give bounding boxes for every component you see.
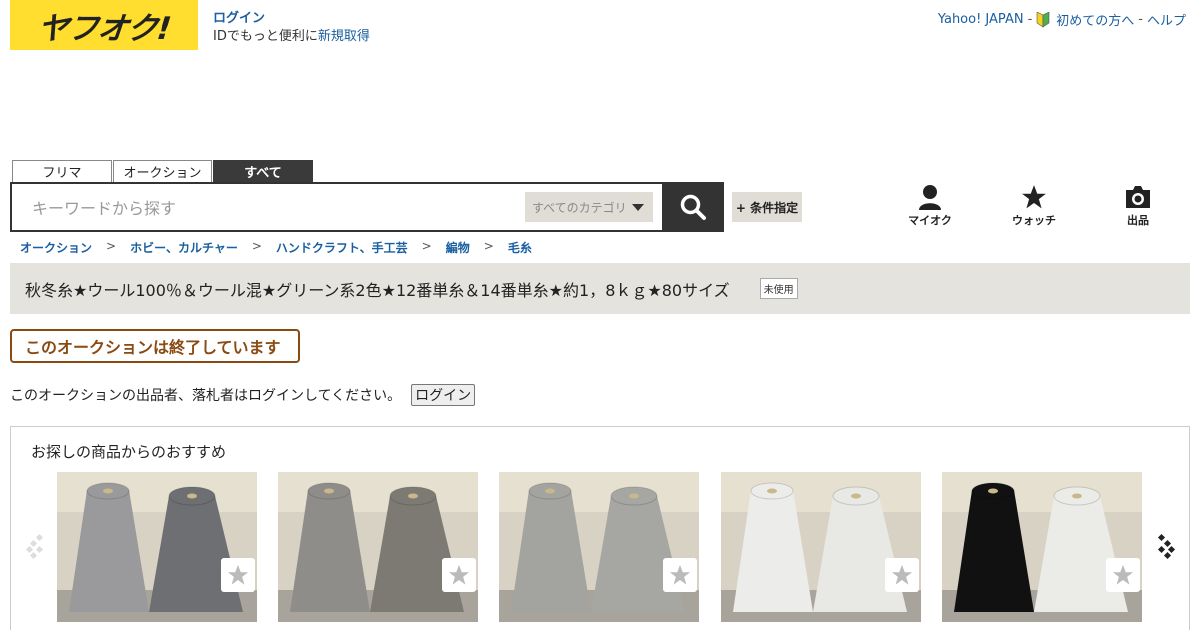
my-auction-label: マイオク bbox=[908, 214, 952, 227]
star-icon bbox=[669, 564, 691, 585]
login-block: ログイン IDでもっと便利に新規取得 bbox=[213, 10, 370, 46]
logo-text: ヤフオク! bbox=[35, 10, 172, 47]
search-icon bbox=[680, 194, 706, 220]
separator: - bbox=[1138, 12, 1143, 27]
separator: - bbox=[1027, 12, 1033, 27]
product-thumbnail bbox=[57, 472, 257, 622]
login-button[interactable]: ログイン bbox=[411, 384, 476, 406]
watch-star-button[interactable] bbox=[1106, 558, 1140, 592]
condition-button[interactable]: + 条件指定 bbox=[732, 192, 802, 222]
watch-label: ウォッチ bbox=[1012, 214, 1056, 227]
recommendation-item[interactable] bbox=[57, 472, 257, 622]
recommendation-item[interactable] bbox=[499, 472, 699, 622]
breadcrumb-item[interactable]: 毛糸 bbox=[508, 239, 532, 256]
watch-star-button[interactable] bbox=[442, 558, 476, 592]
prev-arrow-icon[interactable] bbox=[25, 529, 45, 563]
sell-nav[interactable]: 出品 bbox=[1108, 184, 1168, 228]
breadcrumb-separator: > bbox=[421, 239, 432, 253]
category-select[interactable]: すべてのカテゴリ bbox=[525, 192, 653, 222]
recommendation-panel: お探しの商品からのおすすめ bbox=[10, 426, 1190, 630]
search-button[interactable] bbox=[662, 182, 724, 232]
watch-nav[interactable]: ウォッチ bbox=[1004, 184, 1064, 228]
star-icon bbox=[1112, 564, 1134, 585]
product-thumbnail bbox=[278, 472, 478, 622]
login-notice: このオークションの出品者、落札者はログインしてください。 ログイン bbox=[10, 384, 476, 406]
star-icon bbox=[227, 564, 249, 585]
login-sub-label: IDでもっと便利に bbox=[213, 29, 318, 44]
user-icon bbox=[919, 185, 941, 210]
breadcrumb-separator: > bbox=[251, 239, 262, 253]
tab-auction[interactable]: オークション bbox=[113, 160, 212, 182]
recommendation-item[interactable] bbox=[721, 472, 921, 622]
caret-down-icon bbox=[632, 204, 644, 211]
my-auction-nav[interactable]: マイオク bbox=[900, 184, 960, 228]
item-title: 秋冬糸★ウール100％＆ウール混★グリーン系2色★12番単糸＆14番単糸★約1，… bbox=[25, 280, 730, 300]
breadcrumb-item[interactable]: ハンドクラフト、手工芸 bbox=[276, 239, 408, 256]
beginners-link[interactable]: 初めての方へ bbox=[1056, 10, 1134, 29]
star-icon bbox=[1022, 185, 1046, 209]
yahuoku-logo[interactable]: ヤフオク! bbox=[10, 0, 198, 50]
breadcrumb-separator: > bbox=[483, 239, 494, 253]
recommendation-title: お探しの商品からのおすすめ bbox=[31, 443, 227, 461]
breadcrumb: オークション > ホビー、カルチャー > ハンドクラフト、手工芸 > 編物 > … bbox=[20, 239, 532, 256]
tab-flea-market[interactable]: フリマ bbox=[12, 160, 112, 182]
product-thumbnail bbox=[499, 472, 699, 622]
camera-icon bbox=[1126, 186, 1150, 208]
sell-label: 出品 bbox=[1127, 214, 1149, 227]
star-icon bbox=[891, 564, 913, 585]
star-icon bbox=[448, 564, 470, 585]
search-box: すべてのカテゴリ bbox=[10, 182, 664, 232]
product-thumbnail bbox=[721, 472, 921, 622]
beginner-mark-icon bbox=[1036, 11, 1050, 28]
item-title-bar: 秋冬糸★ウール100％＆ウール混★グリーン系2色★12番単糸＆14番単糸★約1，… bbox=[10, 263, 1190, 314]
breadcrumb-separator: > bbox=[106, 239, 117, 253]
breadcrumb-item[interactable]: ホビー、カルチャー bbox=[130, 239, 238, 256]
recommendation-item[interactable] bbox=[278, 472, 478, 622]
breadcrumb-item[interactable]: 編物 bbox=[446, 239, 470, 256]
watch-star-button[interactable] bbox=[663, 558, 697, 592]
login-notice-text: このオークションの出品者、落札者はログインしてください。 bbox=[10, 388, 402, 404]
help-link[interactable]: ヘルプ bbox=[1147, 10, 1186, 29]
login-link[interactable]: ログイン bbox=[213, 10, 370, 28]
next-arrow-icon[interactable] bbox=[1156, 529, 1176, 563]
breadcrumb-item[interactable]: オークション bbox=[20, 239, 92, 256]
login-sub-text: IDでもっと便利に新規取得 bbox=[213, 29, 370, 44]
top-links: Yahoo! JAPAN - 初めての方へ - ヘルプ bbox=[938, 10, 1186, 29]
register-link[interactable]: 新規取得 bbox=[318, 29, 370, 44]
product-thumbnail bbox=[942, 472, 1142, 622]
auction-ended-notice: このオークションは終了しています bbox=[10, 329, 300, 363]
search-input[interactable] bbox=[32, 196, 502, 220]
category-select-label: すべてのカテゴリ bbox=[532, 200, 627, 215]
watch-star-button[interactable] bbox=[221, 558, 255, 592]
recommendation-item[interactable] bbox=[942, 472, 1142, 622]
condition-badge: 未使用 bbox=[759, 278, 798, 299]
yahoo-japan-link[interactable]: Yahoo! JAPAN bbox=[938, 12, 1024, 27]
search-tabs: フリマ オークション すべて bbox=[12, 160, 313, 182]
watch-star-button[interactable] bbox=[885, 558, 919, 592]
tab-all[interactable]: すべて bbox=[213, 160, 313, 182]
